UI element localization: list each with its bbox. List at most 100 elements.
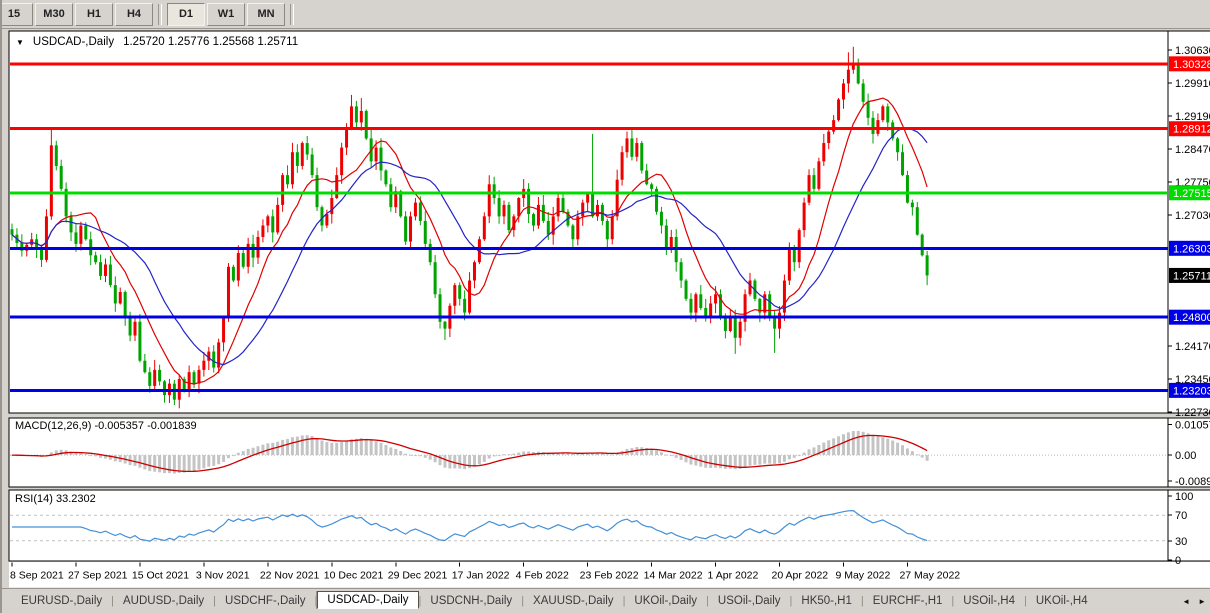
- candle-body: [586, 193, 589, 202]
- tab-usoil-daily[interactable]: USOil-,Daily: [709, 593, 790, 609]
- macd-histogram-bar: [261, 445, 264, 455]
- macd-histogram-bar: [330, 443, 333, 455]
- candle-body: [119, 292, 122, 303]
- tab-eurusd-daily[interactable]: EURUSD-,Daily: [12, 593, 111, 609]
- candle-body: [680, 262, 683, 280]
- macd-histogram-bar: [355, 439, 358, 455]
- tab-eurchf-h1[interactable]: EURCHF-,H1: [864, 593, 952, 609]
- candle-body: [193, 372, 196, 383]
- tab-ukoil-h4[interactable]: UKOil-,H4: [1027, 593, 1097, 609]
- macd-histogram-bar: [694, 455, 697, 465]
- candle-body: [129, 317, 132, 335]
- macd-histogram-bar: [222, 455, 225, 462]
- symbol-dropdown-icon[interactable]: ▼: [16, 38, 24, 47]
- macd-histogram-bar: [202, 455, 205, 468]
- macd-histogram-bar: [404, 454, 407, 455]
- tab-usdchf-daily[interactable]: USDCHF-,Daily: [216, 593, 315, 609]
- macd-histogram-bar: [291, 437, 294, 455]
- date-label: 4 Feb 2022: [516, 570, 569, 582]
- candle-body: [665, 226, 668, 249]
- candle-body: [212, 352, 215, 368]
- macd-histogram-bar: [212, 455, 215, 466]
- chart-area[interactable]: 1.306301.299101.291901.284701.277501.270…: [2, 0, 1210, 613]
- candle-body: [640, 143, 643, 170]
- tab-xauusd-daily[interactable]: XAUUSD-,Daily: [524, 593, 623, 609]
- macd-histogram-bar: [148, 455, 151, 471]
- macd-histogram-bar: [197, 455, 200, 470]
- macd-histogram-bar: [320, 440, 323, 455]
- macd-histogram-bar: [414, 455, 417, 456]
- candle-body: [232, 267, 235, 281]
- candle-body: [414, 203, 417, 217]
- macd-histogram-bar: [812, 447, 815, 455]
- date-label: 27 Sep 2021: [68, 570, 128, 582]
- macd-histogram-bar: [163, 455, 166, 473]
- candle-body: [867, 102, 870, 118]
- macd-histogram-bar: [611, 454, 614, 455]
- macd-histogram-bar: [296, 437, 299, 456]
- macd-histogram-bar: [286, 439, 289, 455]
- candle-body: [734, 317, 737, 338]
- macd-label: MACD(12,26,9) -0.005357 -0.001839: [15, 420, 197, 432]
- candle-body: [11, 229, 14, 234]
- candle-body: [778, 313, 781, 329]
- candle-body: [729, 317, 732, 331]
- candle-body: [896, 138, 899, 152]
- price-tick-label: 1.27030: [1175, 210, 1210, 222]
- candle-body: [79, 226, 82, 244]
- macd-histogram-bar: [370, 440, 373, 455]
- macd-axis-label: 0.010578: [1175, 420, 1210, 432]
- macd-histogram-bar: [872, 435, 875, 455]
- candle-body: [596, 205, 599, 216]
- tab-usoil-h4[interactable]: USOil-,H4: [954, 593, 1024, 609]
- macd-histogram-bar: [901, 445, 904, 455]
- tab-hk50-h1[interactable]: HK50-,H1: [792, 593, 861, 609]
- candle-body: [463, 299, 466, 313]
- candle-body: [109, 264, 112, 285]
- candle-body: [468, 281, 471, 313]
- price-tick-label: 1.29190: [1175, 111, 1210, 123]
- macd-histogram-bar: [237, 453, 240, 455]
- tab-scroll-right-icon[interactable]: ►: [1198, 597, 1206, 606]
- candle-body: [837, 99, 840, 120]
- macd-histogram-bar: [360, 438, 363, 455]
- candle-body: [503, 205, 506, 216]
- candle-body: [803, 203, 806, 230]
- macd-histogram-bar: [876, 437, 879, 455]
- macd-histogram-bar: [143, 455, 146, 469]
- candle-body: [911, 203, 914, 208]
- candle-body: [311, 154, 314, 175]
- candle-body: [375, 148, 378, 162]
- candle-body: [355, 106, 358, 122]
- tab-ukoil-daily[interactable]: UKOil-,Daily: [625, 593, 706, 609]
- date-label: 8 Sep 2021: [10, 570, 64, 582]
- candle-body: [571, 226, 574, 240]
- candle-body: [335, 175, 338, 198]
- macd-histogram-bar: [689, 455, 692, 464]
- mt4-window: 15M30H1H4D1W1MN 1.306301.299101.291901.2…: [0, 0, 1210, 613]
- candle-body: [84, 226, 87, 240]
- rsi-panel: [9, 490, 1210, 561]
- macd-histogram-bar: [89, 455, 92, 456]
- candle-body: [389, 184, 392, 207]
- candle-body: [345, 129, 348, 147]
- candle-body: [404, 216, 407, 241]
- candle-body: [611, 216, 614, 239]
- candle-body: [714, 294, 717, 303]
- candle-body: [626, 138, 629, 152]
- candle-body: [340, 148, 343, 175]
- candle-body: [537, 205, 540, 226]
- tab-audusd-daily[interactable]: AUDUSD-,Daily: [114, 593, 213, 609]
- tab-usdcad-daily[interactable]: USDCAD-,Daily: [317, 591, 418, 609]
- price-badge-label: 1.30328: [1173, 59, 1210, 71]
- macd-histogram-bar: [783, 455, 786, 462]
- macd-histogram-bar: [138, 455, 141, 468]
- date-label: 1 Apr 2022: [708, 570, 759, 582]
- candle-body: [124, 292, 127, 317]
- tab-usdcnh-daily[interactable]: USDCNH-,Daily: [421, 593, 521, 609]
- tab-scroll-left-icon[interactable]: ◄: [1182, 597, 1190, 606]
- macd-histogram-bar: [507, 454, 510, 455]
- candle-body: [271, 216, 274, 232]
- date-label: 3 Nov 2021: [196, 570, 250, 582]
- macd-histogram-bar: [778, 455, 781, 463]
